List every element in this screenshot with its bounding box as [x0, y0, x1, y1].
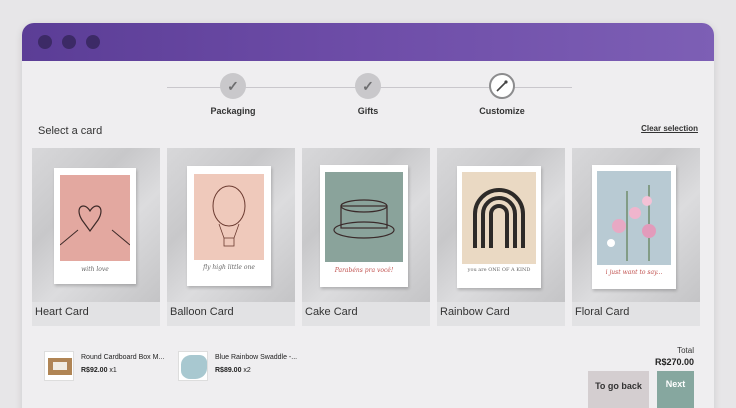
step-label: Packaging [210, 106, 256, 116]
cart-item-name: Round Cardboard Box M... [81, 354, 165, 361]
order-summary: Round Cardboard Box M... R$92.00 x1 Blue… [22, 341, 714, 408]
cart-item-qty: x2 [243, 367, 251, 374]
rainbow-illustration [462, 172, 536, 264]
floral-illustration [597, 171, 671, 265]
window-control-maximize[interactable] [86, 35, 100, 49]
card-caption: fly high little one [203, 264, 255, 271]
check-icon: ✓ [355, 73, 381, 99]
card-caption: Parabéns pra você! [334, 267, 394, 274]
total-label: Total [677, 346, 694, 355]
cart-item-price: R$89.00 [215, 367, 242, 374]
clear-selection-link[interactable]: Clear selection [641, 124, 698, 133]
checkout-steps: ✓ Packaging ✓ Gifts Customize [22, 61, 714, 121]
total-value: R$270.00 [654, 357, 694, 367]
step-customize[interactable]: Customize [452, 73, 552, 116]
card-name: Balloon Card [170, 306, 234, 318]
app-window: ✓ Packaging ✓ Gifts Customize Select a c… [22, 23, 714, 408]
card-photo: fly high little one [167, 148, 295, 302]
section-title: Select a card [38, 125, 103, 137]
card-name: Heart Card [35, 306, 89, 318]
cart-item: Round Cardboard Box M... R$92.00 x1 [44, 351, 164, 385]
card-photo: you are ONE OF A KIND [437, 148, 565, 302]
brush-icon [489, 73, 515, 99]
cart-item-price: R$92.00 [81, 367, 108, 374]
card-option-rainbow[interactable]: you are ONE OF A KIND Rainbow Card [437, 148, 565, 326]
heart-hands-illustration [59, 175, 131, 261]
cart-item-name: Blue Rainbow Swaddle -... [215, 354, 298, 361]
window-control-minimize[interactable] [62, 35, 76, 49]
card-name: Cake Card [305, 306, 358, 318]
cart-item: Blue Rainbow Swaddle -... R$89.00 x2 [178, 351, 297, 385]
window-control-close[interactable] [38, 35, 52, 49]
step-gifts[interactable]: ✓ Gifts [318, 73, 418, 116]
card-name: Rainbow Card [440, 306, 510, 318]
card-paper: with love [54, 168, 136, 284]
card-photo: Parabéns pra você! [302, 148, 430, 302]
card-paper: you are ONE OF A KIND [457, 166, 541, 288]
card-photo: i just want to say... [572, 148, 700, 302]
card-grid: with love Heart Card fly high little one [32, 148, 704, 326]
card-caption: with love [81, 266, 109, 273]
card-paper: Parabéns pra você! [320, 165, 408, 287]
cart-item-qty: x1 [109, 367, 117, 374]
swaddle-thumbnail [178, 351, 208, 381]
card-option-heart[interactable]: with love Heart Card [32, 148, 160, 326]
box-thumbnail [44, 351, 74, 381]
card-name: Floral Card [575, 306, 630, 318]
card-paper: fly high little one [187, 166, 271, 286]
step-label: Customize [479, 106, 525, 116]
card-option-floral[interactable]: i just want to say... Floral Card [572, 148, 700, 326]
next-button[interactable]: Next [657, 371, 694, 408]
card-photo: with love [32, 148, 160, 302]
balloon-illustration [194, 174, 264, 260]
card-option-cake[interactable]: Parabéns pra você! Cake Card [302, 148, 430, 326]
check-icon: ✓ [220, 73, 246, 99]
card-caption: you are ONE OF A KIND [467, 267, 531, 273]
card-caption: i just want to say... [605, 269, 663, 276]
cake-illustration [325, 172, 403, 262]
step-packaging[interactable]: ✓ Packaging [183, 73, 283, 116]
card-paper: i just want to say... [592, 165, 676, 289]
card-option-balloon[interactable]: fly high little one Balloon Card [167, 148, 295, 326]
window-titlebar [22, 23, 714, 61]
step-label: Gifts [357, 106, 379, 116]
back-button[interactable]: To go back [588, 371, 649, 408]
